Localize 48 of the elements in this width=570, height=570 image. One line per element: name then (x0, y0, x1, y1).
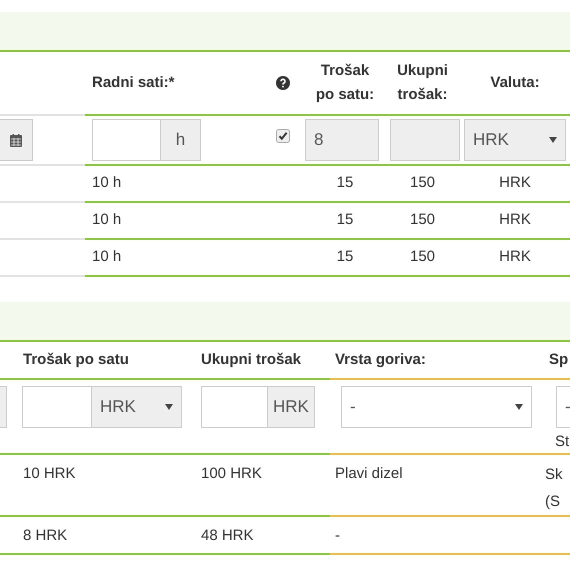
table-cell-text: 100 HRK (201, 464, 262, 484)
table-cell-text: Plavi dizel (335, 464, 403, 484)
currency-select[interactable]: HRK (464, 119, 566, 161)
table-cell-text: HRK (499, 247, 531, 268)
column-header: Radni sati:* (92, 72, 175, 93)
input-field[interactable] (0, 386, 7, 428)
table-cell-text: HRK (499, 173, 531, 194)
checkbox[interactable] (276, 129, 290, 143)
table-cell-text: 15 (336, 173, 354, 194)
column-header: Trošak po satu (23, 350, 129, 370)
table-cell-text: 15 (336, 247, 354, 268)
total-cost-field[interactable] (390, 119, 460, 161)
total-cost-input[interactable] (201, 386, 268, 428)
hourly-cost-input[interactable] (22, 386, 92, 428)
calendar-icon (10, 134, 22, 146)
caret-icon (165, 404, 173, 410)
hourly-cost-field[interactable]: 8 (305, 119, 379, 161)
column-header: Vrsta goriva: (335, 350, 426, 370)
caret-icon (549, 137, 557, 143)
currency-addon: HRK (268, 386, 315, 428)
caret-icon (515, 404, 523, 410)
table-cell-text: 10 h (92, 173, 122, 194)
fuel-type-select[interactable]: - (341, 386, 532, 428)
help-icon[interactable] (276, 76, 290, 90)
table-cell-text: 150 (410, 247, 436, 268)
table-cell-text: 8 HRK (23, 526, 68, 546)
table-cell-text: (S (545, 492, 560, 512)
table-cell-text: Sk (545, 465, 563, 485)
table-cell-text: 150 (410, 210, 436, 230)
field-note: St (555, 432, 570, 452)
table-cell-text: 150 (410, 173, 436, 194)
table-cell-text: 10 h (92, 247, 122, 268)
table-cell-text: 10 h (92, 210, 122, 230)
table-cell-text: HRK (499, 210, 531, 230)
column-header: Sp (549, 350, 568, 370)
column-header: Ukupni trošak (201, 350, 302, 370)
table-cell-text: - (335, 526, 340, 546)
table-cell-text: 15 (336, 210, 354, 230)
table-cell-text: 10 HRK (23, 464, 76, 484)
table-cell-text: 48 HRK (201, 526, 254, 546)
calendar-button[interactable] (0, 119, 33, 161)
hours-input[interactable] (92, 119, 161, 161)
column-header: Trošak po satu: (314, 61, 376, 105)
column-header: Ukupni trošak: (396, 61, 449, 105)
unit-addon: h (161, 119, 201, 161)
select-field[interactable]: - (556, 386, 570, 428)
currency-select[interactable]: HRK (92, 386, 182, 428)
column-header: Valuta: (490, 72, 540, 93)
